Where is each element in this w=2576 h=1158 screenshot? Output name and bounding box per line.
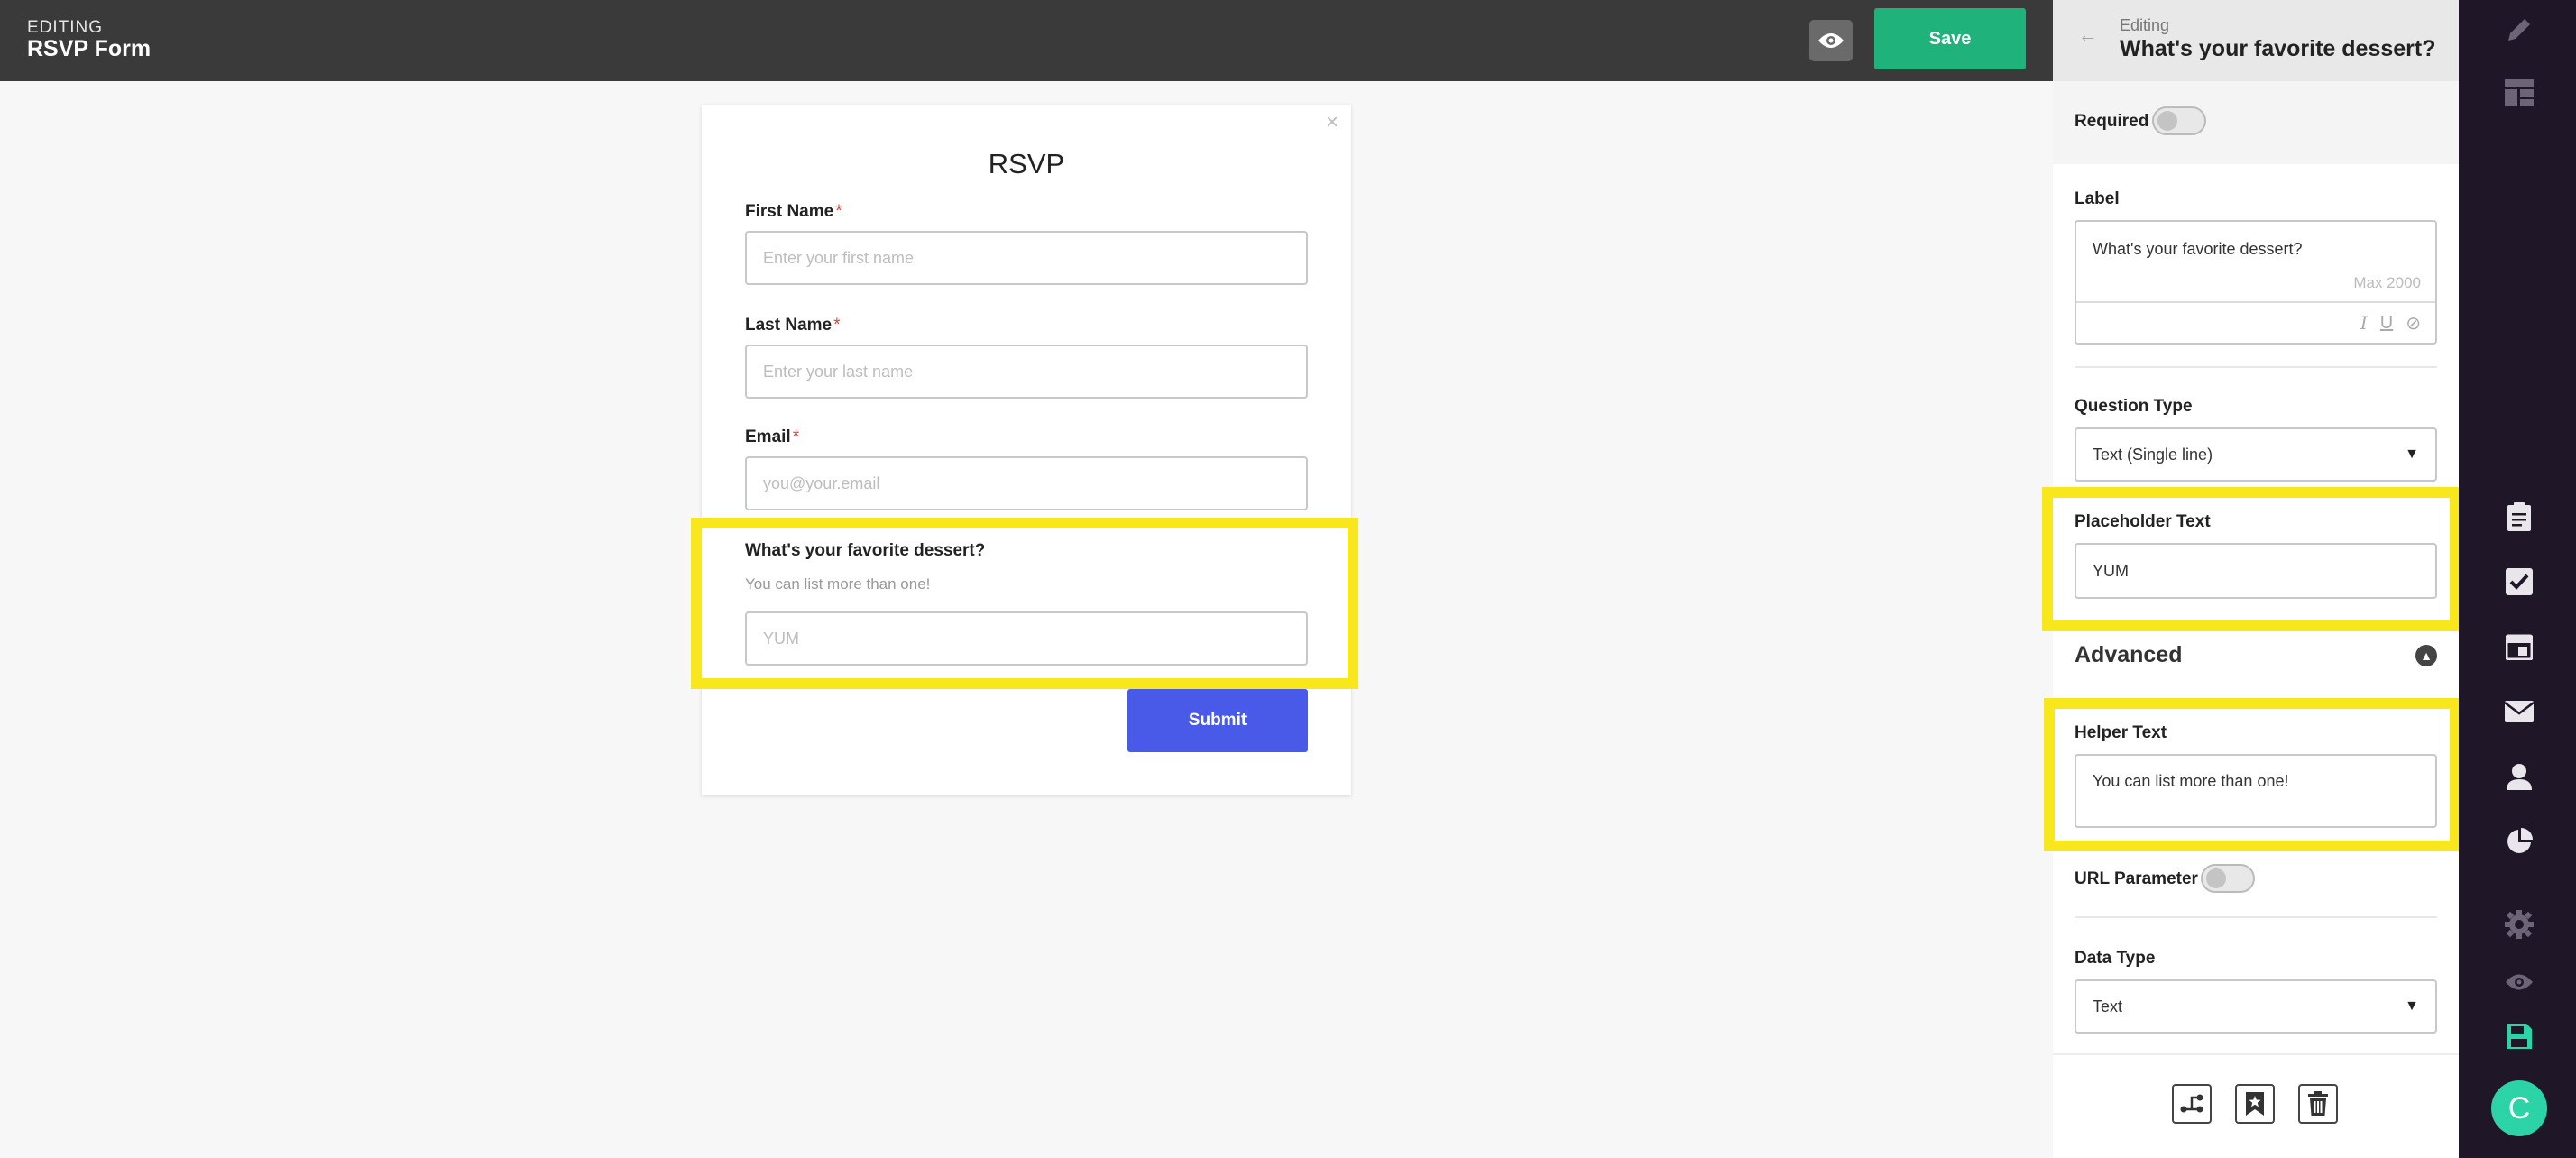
form-name-title: RSVP Form [27, 36, 152, 61]
url-parameter-toggle[interactable] [2201, 864, 2255, 893]
label-editor[interactable]: What's your favorite dessert? Max 2000 I… [2075, 220, 2437, 345]
required-toggle[interactable] [2152, 106, 2206, 135]
chevron-up-icon[interactable]: ▲ [2415, 645, 2437, 666]
trash-icon [2308, 1091, 2328, 1116]
calendar-icon[interactable] [2504, 631, 2535, 662]
avatar[interactable]: C [2491, 1080, 2547, 1136]
layout-icon[interactable] [2504, 78, 2535, 108]
first-name-input[interactable]: Enter your first name [745, 231, 1308, 285]
first-name-label: First Name * [745, 202, 842, 222]
required-asterisk: * [792, 427, 800, 446]
top-header-bar: EDITING RSVP Form Save [0, 0, 2053, 81]
required-asterisk: * [835, 202, 842, 221]
pencil-icon[interactable] [2504, 14, 2535, 45]
helper-text-input[interactable]: You can list more than one! [2075, 754, 2437, 828]
toggle-knob [2157, 111, 2177, 131]
question-settings-panel: ← Editing What's your favorite dessert? … [2042, 0, 2461, 1158]
advanced-section-title: Advanced [2075, 642, 2183, 667]
chevron-down-icon: ▼ [2405, 998, 2419, 1014]
form-title: RSVP [988, 148, 1065, 179]
bookmark-star-icon [2246, 1092, 2264, 1116]
panel-editing-caption: Editing [2120, 16, 2170, 34]
divider [2075, 916, 2437, 918]
form-canvas: × RSVP First Name * Enter your first name… [0, 81, 2053, 1158]
question-type-value: Text (Single line) [2093, 445, 2213, 464]
bookmark-button[interactable] [2235, 1084, 2275, 1124]
last-name-input[interactable]: Enter your last name [745, 345, 1308, 399]
user-icon[interactable] [2504, 761, 2535, 792]
placeholder-text-input[interactable]: YUM [2075, 543, 2437, 599]
app-nav-rail: C [2459, 0, 2576, 1158]
checkbox-icon[interactable] [2504, 566, 2535, 597]
required-asterisk: * [833, 316, 841, 335]
email-label-text: Email [745, 427, 791, 446]
data-type-select[interactable]: Text ▼ [2075, 979, 2437, 1034]
chevron-down-icon: ▼ [2405, 446, 2419, 462]
eye-icon[interactable] [2504, 967, 2535, 997]
first-name-label-text: First Name [745, 202, 834, 221]
url-parameter-label: URL Parameter [2075, 869, 2198, 888]
placeholder-text-heading: Placeholder Text [2075, 512, 2211, 531]
label-heading: Label [2075, 189, 2120, 208]
data-type-value: Text [2093, 997, 2123, 1016]
last-name-label: Last Name * [745, 316, 841, 335]
data-type-heading: Data Type [2075, 949, 2156, 968]
logic-button[interactable] [2172, 1084, 2212, 1124]
question-type-heading: Question Type [2075, 397, 2193, 416]
required-label: Required [2075, 112, 2149, 131]
mail-icon[interactable] [2504, 696, 2535, 727]
toggle-knob [2206, 868, 2226, 888]
selected-question-highlight [691, 518, 1358, 689]
divider [2075, 366, 2437, 368]
back-arrow-icon[interactable]: ← [2078, 23, 2098, 47]
preview-button[interactable] [1809, 20, 1853, 61]
editing-caption: EDITING [27, 18, 104, 37]
link-icon[interactable]: ⊘ [2406, 312, 2421, 335]
save-button[interactable]: Save [1874, 8, 2026, 69]
pie-chart-icon[interactable] [2504, 826, 2535, 857]
delete-button[interactable] [2298, 1084, 2338, 1124]
submit-button[interactable]: Submit [1127, 689, 1308, 752]
label-value: What's your favorite dessert? [2093, 240, 2303, 258]
helper-text-heading: Helper Text [2075, 723, 2167, 742]
italic-icon[interactable]: I [2360, 312, 2368, 334]
email-input[interactable]: you@your.email [745, 456, 1308, 510]
last-name-label-text: Last Name [745, 316, 833, 335]
eye-icon [1818, 33, 1844, 48]
panel-question-title: What's your favorite dessert? [2120, 36, 2436, 61]
rich-text-toolbar: I U ⊘ [2076, 301, 2435, 343]
branch-logic-icon [2180, 1094, 2203, 1113]
panel-header: ← Editing What's your favorite dessert? [2053, 0, 2459, 81]
underline-icon[interactable]: U [2380, 313, 2393, 334]
label-max-note: Max 2000 [2353, 274, 2421, 291]
required-section: Required [2053, 81, 2459, 164]
save-icon[interactable] [2504, 1021, 2535, 1052]
panel-footer-actions [2053, 1053, 2459, 1158]
gear-icon[interactable] [2504, 909, 2535, 940]
clipboard-icon[interactable] [2504, 501, 2535, 532]
email-label: Email * [745, 427, 799, 447]
form-preview-card: × RSVP First Name * Enter your first name… [702, 105, 1351, 795]
question-type-select[interactable]: Text (Single line) ▼ [2075, 427, 2437, 482]
close-icon[interactable]: × [1326, 110, 1339, 135]
